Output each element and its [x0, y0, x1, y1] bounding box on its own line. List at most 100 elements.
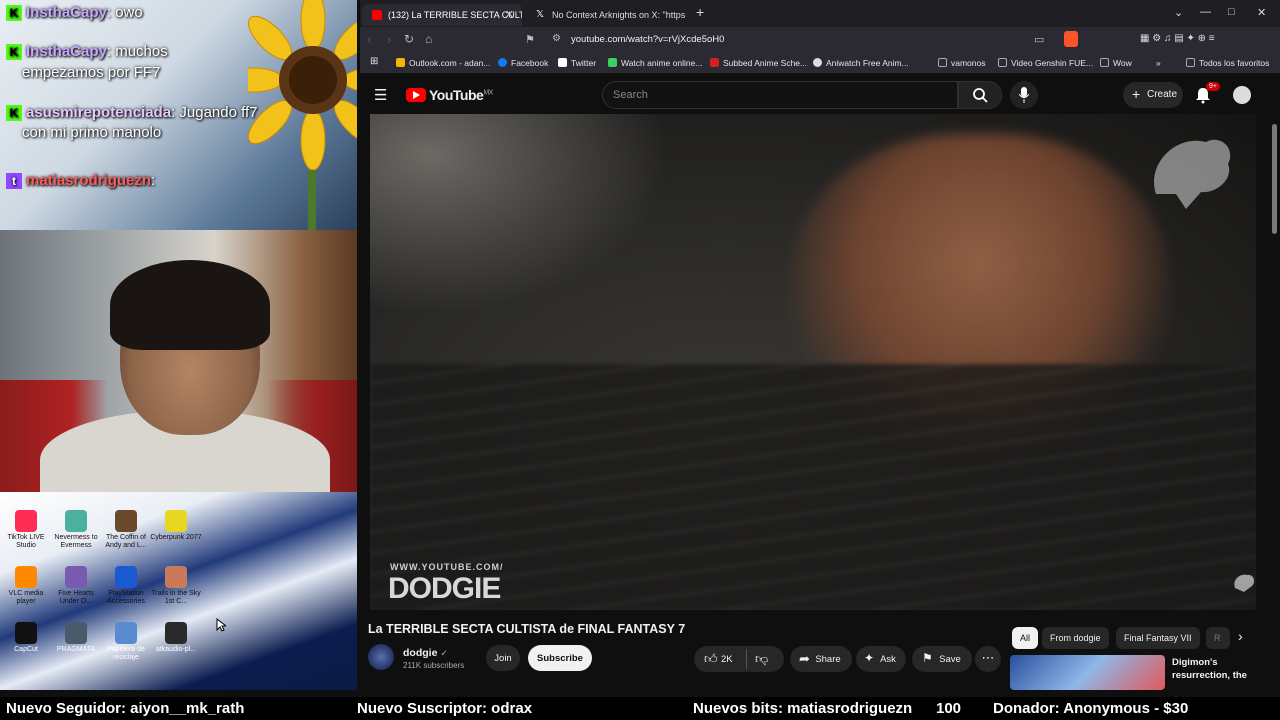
kick-badge-icon: K	[6, 44, 22, 61]
bookmark-folder-vamonos[interactable]: vamonos	[938, 58, 986, 68]
desktop-icon[interactable]: PRAGMATA	[50, 622, 102, 654]
mouse-cursor-icon	[216, 618, 226, 632]
desktop-icon[interactable]: Trails in the Sky 1st C...	[150, 566, 202, 605]
youtube-favicon-icon	[372, 10, 382, 20]
youtube-logo[interactable]: YouTubeMX	[406, 87, 493, 103]
more-actions-icon[interactable]: ⋯	[975, 646, 1001, 672]
recommended-thumbnail[interactable]	[1010, 655, 1165, 690]
page-scrollbar[interactable]	[1270, 114, 1278, 690]
ask-button[interactable]: ✦ Ask	[856, 646, 906, 672]
microphone-icon	[1019, 87, 1029, 103]
desktop-icon[interactable]: Nevermess to Evermess	[50, 510, 102, 549]
desktop-icon[interactable]: TikTok LIVE Studio	[0, 510, 52, 549]
chat-panel: K InsthaCapy: owo K InsthaCapy: muchos emp…	[0, 0, 357, 230]
channel-name[interactable]: dodgie ✓	[403, 647, 448, 659]
bookmark-all-favorites[interactable]: Todos los favoritos	[1186, 58, 1269, 68]
desktop-icon[interactable]: Cyberpunk 2077	[150, 510, 202, 542]
brave-shield-icon[interactable]	[1064, 31, 1078, 47]
channel-avatar[interactable]	[368, 644, 394, 670]
ticker-donor: Donador: Anonymous - $30	[993, 700, 1189, 717]
video-title: La TERRIBLE SECTA CULTISTA de FINAL FANT…	[368, 622, 686, 636]
hamburger-menu-icon[interactable]: ☰	[374, 86, 387, 104]
chip-more[interactable]: R	[1206, 627, 1230, 649]
ticker-follower: Nuevo Seguidor: aiyon__mk_rath	[6, 700, 245, 717]
like-icon[interactable]: 👍︎	[704, 651, 718, 667]
desktop-icon[interactable]: The Coffin of Andy and L...	[100, 510, 152, 549]
sunflower-decoration	[248, 0, 357, 230]
dislike-icon[interactable]: 👎︎	[755, 651, 768, 667]
new-tab-icon[interactable]: +	[696, 4, 704, 20]
x-favicon-icon: 𝕏	[536, 9, 545, 20]
account-avatar[interactable]	[1233, 86, 1251, 104]
chat-message: con mi primo manolo	[22, 124, 162, 141]
bookmarks-bar: ⊞ Outlook.com - adan... Facebook Twitter…	[360, 53, 1280, 74]
bookmark-subbed-anime[interactable]: Subbed Anime Sche...	[710, 58, 807, 68]
tab-x[interactable]: 𝕏 No Context Arknights on X: "https://t	[526, 4, 686, 26]
back-icon[interactable]: ‹	[367, 32, 371, 47]
recommended-title[interactable]: Digimon's resurrection, the	[1172, 657, 1252, 683]
subscribe-button[interactable]: Subscribe	[528, 645, 592, 671]
chip-all[interactable]: All	[1012, 627, 1039, 649]
url-input[interactable]: youtube.com/watch?v=rVjXcde5oH0	[571, 34, 724, 45]
desktop-icon[interactable]: atkaudio-pl...	[150, 622, 202, 654]
share-button[interactable]: ➦ Share	[790, 646, 852, 672]
desktop-icon[interactable]: Five Hearts Under O...	[50, 566, 102, 605]
desktop-icon[interactable]: VLC media player	[0, 566, 52, 605]
cast-icon[interactable]: ▭	[1034, 33, 1044, 46]
video-player[interactable]: WWW.YOUTUBE.COM/ DODGIE	[370, 114, 1256, 610]
tab-list-icon[interactable]: ⌄	[1174, 6, 1183, 19]
like-count[interactable]: 2K	[721, 654, 733, 665]
close-tab-icon[interactable]: ✕	[505, 8, 514, 21]
game-icon	[65, 622, 87, 644]
kick-badge-icon: K	[6, 105, 22, 122]
chips-next-icon[interactable]: ›	[1238, 628, 1243, 644]
desktop-icon[interactable]: Papelera de reciclaje	[100, 622, 152, 661]
save-button[interactable]: ⚑ Save	[912, 646, 972, 672]
chip-from-dodgie[interactable]: From dodgie	[1042, 627, 1109, 649]
chip-final-fantasy-vii[interactable]: Final Fantasy VII	[1116, 627, 1200, 649]
video-watermark-url: WWW.YOUTUBE.COM/	[390, 562, 504, 572]
bookmark-icon[interactable]: ⚑	[525, 33, 535, 46]
chat-message: t matiasrodriguezn:	[6, 172, 155, 190]
verified-icon: ✓	[440, 648, 448, 658]
chat-message: K InsthaCapy: owo	[6, 4, 143, 22]
more-bookmarks-icon[interactable]: »	[1156, 58, 1161, 68]
maximize-icon[interactable]: □	[1228, 6, 1235, 18]
bookmark-folder-wow[interactable]: Wow	[1100, 58, 1132, 68]
minimize-icon[interactable]: —	[1200, 6, 1211, 18]
desktop-icon[interactable]: PlayStation Accessories	[100, 566, 152, 605]
recycle-bin-icon	[115, 622, 137, 644]
person-hair	[110, 260, 270, 350]
create-button[interactable]: + Create	[1123, 82, 1183, 108]
tab-youtube[interactable]: (132) La TERRIBLE SECTA CULTISTA ✕	[362, 4, 522, 26]
voice-search-button[interactable]	[1010, 81, 1038, 109]
cyberpunk-icon	[165, 510, 187, 532]
tiktok-icon	[15, 510, 37, 532]
desktop-icon[interactable]: CapCut	[0, 622, 52, 654]
join-button[interactable]: Join	[486, 645, 520, 671]
forward-icon[interactable]: ›	[387, 32, 391, 47]
search-input[interactable]: Search	[602, 81, 958, 109]
video-watermark: DODGIE	[388, 572, 501, 605]
reload-icon[interactable]: ↻	[404, 32, 414, 46]
bookmark-outlook[interactable]: Outlook.com - adan...	[396, 58, 490, 68]
close-window-icon[interactable]: ✕	[1257, 6, 1266, 19]
game-icon	[65, 510, 87, 532]
notification-count-badge: 9+	[1206, 82, 1220, 91]
bookmark-twitter[interactable]: Twitter	[558, 58, 596, 68]
bookmark-watch-anime[interactable]: Watch anime online...	[608, 58, 702, 68]
sparkle-icon: ✦	[864, 651, 875, 665]
extensions-icon[interactable]: ▦ ⚙ ♫ ▤ ✦ ⊕ ≡	[1140, 33, 1215, 44]
bookmark-aniwatch[interactable]: Aniwatch Free Anim...	[813, 58, 909, 68]
ticker-subscriber: Nuevo Suscriptor: odrax	[357, 700, 533, 717]
apps-icon[interactable]: ⊞	[370, 56, 378, 67]
share-icon: ➦	[799, 651, 810, 666]
search-button[interactable]	[958, 81, 1002, 109]
bookmark-facebook[interactable]: Facebook	[498, 58, 548, 68]
bookmark-folder-genshin[interactable]: Video Genshin FUE...	[998, 58, 1093, 68]
ticker-bits: Nuevos bits: matiasrodriguezn	[693, 700, 913, 717]
like-dislike-group: 👍︎ 2K 👎︎	[694, 646, 784, 672]
chat-message: K InsthaCapy: muchos	[6, 43, 168, 61]
home-icon[interactable]: ⌂	[425, 32, 432, 46]
site-info-icon[interactable]: ⚙	[552, 33, 561, 44]
